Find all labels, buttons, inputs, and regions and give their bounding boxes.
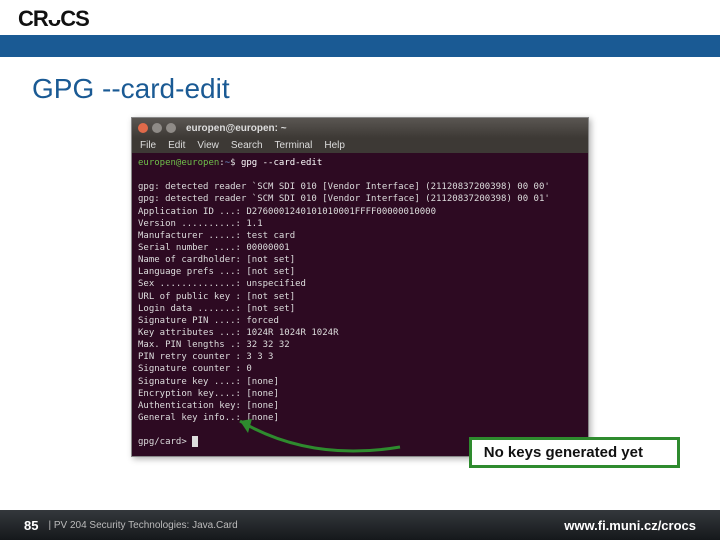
command: gpg --card-edit [241,158,322,168]
menu-help[interactable]: Help [324,140,345,151]
terminal-window: europen@europen: ~ File Edit View Search… [131,117,589,457]
menu-terminal[interactable]: Terminal [275,140,313,151]
menu-view[interactable]: View [197,140,219,151]
prompt-user: europen@europen [138,158,219,168]
maximize-icon[interactable] [166,123,176,133]
blue-divider [0,35,720,57]
slide-title: GPG --card-edit [0,57,720,111]
footer: 85 | PV 204 Security Technologies: Java.… [0,510,720,540]
footer-url: www.fi.muni.cz/crocs [564,518,696,533]
terminal-title: europen@europen: ~ [186,123,287,134]
footer-text: | PV 204 Security Technologies: Java.Car… [48,520,237,531]
menu-edit[interactable]: Edit [168,140,185,151]
menu-search[interactable]: Search [231,140,263,151]
terminal-body[interactable]: europen@europen:~$ gpg --card-edit gpg: … [132,153,588,456]
footer-left: 85 | PV 204 Security Technologies: Java.… [24,518,238,533]
gpg-prompt: gpg/card> [138,437,187,447]
header: CRᴗCS [0,0,720,35]
menu-file[interactable]: File [140,140,156,151]
minimize-icon[interactable] [152,123,162,133]
terminal-menubar: File Edit View Search Terminal Help [132,138,588,153]
close-icon[interactable] [138,123,148,133]
logo: CRᴗCS [18,6,702,32]
slide-number: 85 [24,518,38,533]
terminal-titlebar: europen@europen: ~ [132,118,588,138]
callout-box: No keys generated yet [469,437,680,468]
cursor-icon [192,436,198,447]
callout-text: No keys generated yet [484,444,643,461]
terminal-container: europen@europen: ~ File Edit View Search… [0,111,720,457]
